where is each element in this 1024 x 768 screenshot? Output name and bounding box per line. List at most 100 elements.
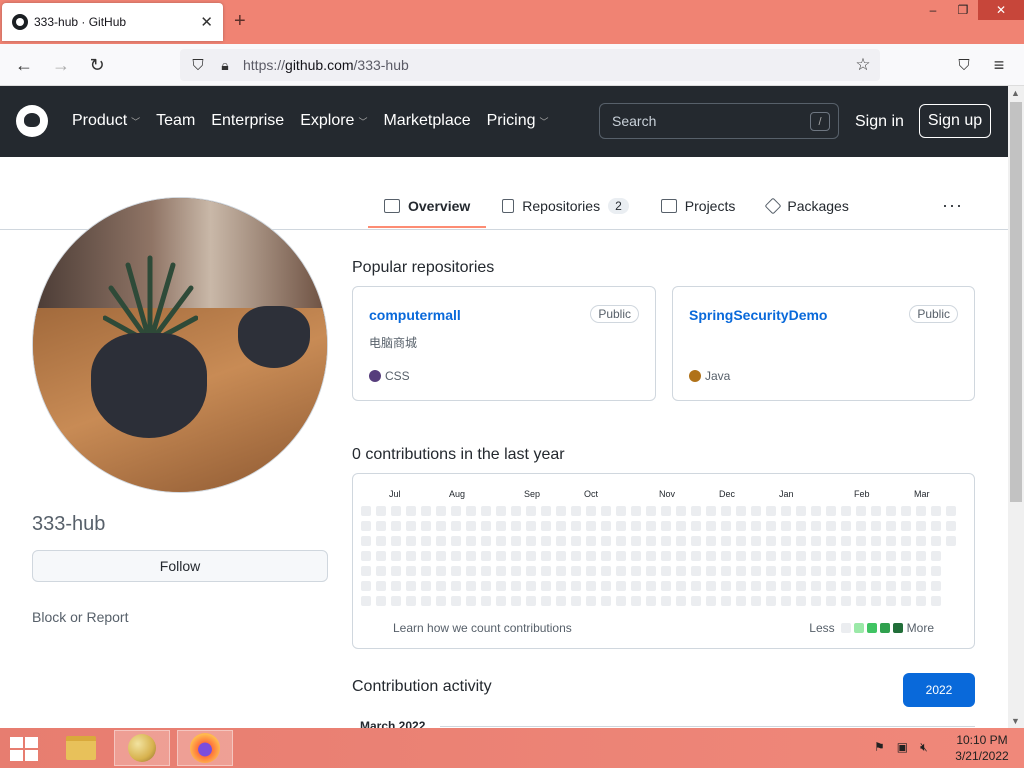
contribution-day-cell[interactable] [901,581,911,591]
contribution-day-cell[interactable] [811,581,821,591]
contribution-day-cell[interactable] [646,581,656,591]
contribution-day-cell[interactable] [691,536,701,546]
contribution-day-cell[interactable] [676,506,686,516]
contribution-day-cell[interactable] [481,506,491,516]
contribution-day-cell[interactable] [841,596,851,606]
contribution-day-cell[interactable] [781,566,791,576]
contribution-day-cell[interactable] [826,506,836,516]
contribution-day-cell[interactable] [631,536,641,546]
github-logo-icon[interactable] [16,105,48,137]
tab-overview[interactable]: Overview [368,193,487,228]
new-tab-button[interactable]: + [234,10,246,33]
reload-icon[interactable]: ↻ [86,54,108,76]
contribution-day-cell[interactable] [631,521,641,531]
contribution-day-cell[interactable] [436,536,446,546]
contribution-day-cell[interactable] [646,596,656,606]
contribution-day-cell[interactable] [946,521,956,531]
contribution-day-cell[interactable] [901,551,911,561]
contribution-day-cell[interactable] [766,551,776,561]
tab-repositories[interactable]: Repositories 2 [486,193,645,219]
contribution-day-cell[interactable] [826,566,836,576]
tab-close-icon[interactable]: ✕ [200,13,213,31]
contribution-day-cell[interactable] [841,581,851,591]
contribution-day-cell[interactable] [736,521,746,531]
contribution-day-cell[interactable] [451,566,461,576]
contribution-day-cell[interactable] [946,536,956,546]
contribution-day-cell[interactable] [541,506,551,516]
contribution-day-cell[interactable] [571,506,581,516]
contribution-day-cell[interactable] [916,506,926,516]
contribution-day-cell[interactable] [556,596,566,606]
nav-pricing[interactable]: Pricing ﹀ [487,112,549,130]
contribution-day-cell[interactable] [421,596,431,606]
contribution-day-cell[interactable] [406,521,416,531]
contribution-day-cell[interactable] [871,551,881,561]
contribution-day-cell[interactable] [901,506,911,516]
contribution-day-cell[interactable] [586,596,596,606]
contribution-day-cell[interactable] [856,596,866,606]
contribution-day-cell[interactable] [481,596,491,606]
contribution-day-cell[interactable] [616,566,626,576]
contribution-day-cell[interactable] [901,596,911,606]
contribution-day-cell[interactable] [736,596,746,606]
contribution-day-cell[interactable] [931,551,941,561]
contribution-day-cell[interactable] [841,536,851,546]
contribution-day-cell[interactable] [766,506,776,516]
contribution-day-cell[interactable] [376,536,386,546]
contribution-day-cell[interactable] [496,521,506,531]
contribution-day-cell[interactable] [586,566,596,576]
contribution-day-cell[interactable] [901,536,911,546]
search-input[interactable]: Search / [599,103,839,139]
contribution-day-cell[interactable] [676,536,686,546]
contribution-day-cell[interactable] [526,506,536,516]
contribution-day-cell[interactable] [376,581,386,591]
contribution-day-cell[interactable] [856,566,866,576]
contribution-day-cell[interactable] [541,536,551,546]
contribution-day-cell[interactable] [871,521,881,531]
contribution-day-cell[interactable] [496,506,506,516]
contribution-day-cell[interactable] [631,596,641,606]
contribution-day-cell[interactable] [406,596,416,606]
maximize-button[interactable]: ❐ [948,0,978,20]
contribution-day-cell[interactable] [691,566,701,576]
url-bar[interactable]: ⛉ 🔒︎ https://github.com/333-hub ☆ [180,49,880,81]
contribution-day-cell[interactable] [451,521,461,531]
contribution-day-cell[interactable] [676,596,686,606]
contribution-day-cell[interactable] [661,581,671,591]
contribution-day-cell[interactable] [466,551,476,561]
contribution-day-cell[interactable] [421,506,431,516]
contribution-day-cell[interactable] [886,506,896,516]
contribution-day-cell[interactable] [526,566,536,576]
contribution-day-cell[interactable] [586,536,596,546]
contribution-day-cell[interactable] [811,596,821,606]
contribution-day-cell[interactable] [856,551,866,561]
contribution-day-cell[interactable] [556,506,566,516]
nav-marketplace[interactable]: Marketplace [383,112,470,130]
contribution-day-cell[interactable] [661,506,671,516]
contribution-day-cell[interactable] [541,581,551,591]
sign-in-link[interactable]: Sign in [855,113,904,131]
contribution-day-cell[interactable] [661,566,671,576]
contribution-day-cell[interactable] [496,581,506,591]
page-scrollbar[interactable]: ▲ ▼ [1008,86,1024,728]
contribution-day-cell[interactable] [391,506,401,516]
file-explorer-button[interactable] [53,730,109,766]
contribution-day-cell[interactable] [556,566,566,576]
contribution-day-cell[interactable] [766,581,776,591]
contribution-day-cell[interactable] [391,566,401,576]
contribution-day-cell[interactable] [376,596,386,606]
contribution-day-cell[interactable] [781,551,791,561]
browser-tab[interactable]: 333-hub · GitHub ✕ [2,3,223,41]
contribution-day-cell[interactable] [706,521,716,531]
contribution-day-cell[interactable] [751,536,761,546]
contribution-day-cell[interactable] [511,506,521,516]
contribution-day-cell[interactable] [466,536,476,546]
contribution-day-cell[interactable] [841,566,851,576]
contribution-day-cell[interactable] [421,521,431,531]
contribution-day-cell[interactable] [826,551,836,561]
contribution-day-cell[interactable] [706,551,716,561]
contribution-day-cell[interactable] [436,521,446,531]
contribution-day-cell[interactable] [586,521,596,531]
contribution-day-cell[interactable] [916,566,926,576]
windows-start-icon[interactable] [10,737,38,761]
